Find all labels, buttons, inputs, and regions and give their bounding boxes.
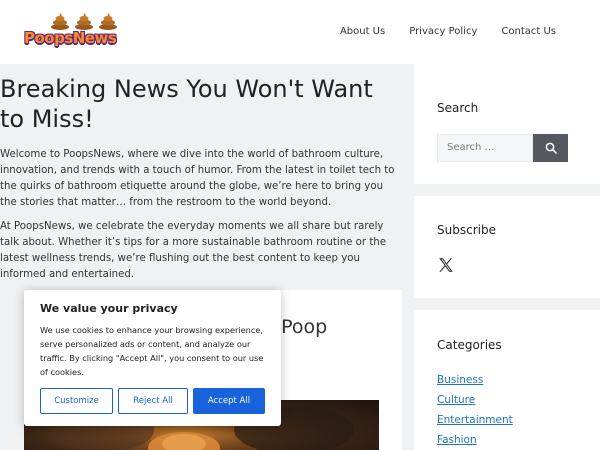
- widget-title: Subscribe: [437, 223, 496, 237]
- widget-title: Search: [437, 101, 479, 115]
- search-icon: [545, 142, 557, 154]
- reject-all-button[interactable]: Reject All: [118, 388, 188, 414]
- widget-title: Categories: [437, 338, 502, 352]
- subscribe-widget: Subscribe: [414, 196, 600, 298]
- categories-widget: Categories Business Culture Entertainmen…: [414, 310, 600, 450]
- list-item: Culture: [437, 390, 513, 410]
- poop-icon: [75, 13, 93, 30]
- category-link-fashion[interactable]: Fashion: [437, 434, 477, 446]
- nav-about-us[interactable]: About Us: [340, 26, 385, 37]
- customize-button[interactable]: Customize: [40, 388, 113, 414]
- list-item: Entertainment: [437, 410, 513, 430]
- intro-paragraph: Welcome to PoopsNews, where we dive into…: [0, 149, 395, 208]
- accept-all-button[interactable]: Accept All: [193, 388, 265, 414]
- nav-contact-us[interactable]: Contact Us: [501, 26, 556, 37]
- category-link-business[interactable]: Business: [437, 374, 483, 386]
- search-button[interactable]: [533, 134, 568, 162]
- category-link-entertainment[interactable]: Entertainment: [437, 414, 513, 426]
- x-twitter-icon[interactable]: [437, 256, 455, 274]
- poop-icon: [51, 13, 69, 30]
- poop-icon: [99, 13, 117, 30]
- list-item: Business: [437, 370, 513, 390]
- search-input[interactable]: Search …: [437, 134, 533, 162]
- cookie-title: We value your privacy: [40, 302, 178, 315]
- cookie-consent-dialog: We value your privacy We use cookies to …: [24, 290, 281, 426]
- logo-text: PoopsNews: [24, 29, 117, 47]
- page-title: Breaking News You Won't Want to Miss!: [0, 75, 373, 133]
- main-nav: About Us Privacy Policy Contact Us: [340, 26, 556, 37]
- list-item: Fashion: [437, 430, 513, 450]
- search-widget: Search Search …: [414, 64, 600, 184]
- site-header: PoopsNews About Us Privacy Policy Contac…: [0, 0, 600, 64]
- intro-paragraph: At PoopsNews, we celebrate the everyday …: [0, 221, 387, 280]
- cookie-description: We use cookies to enhance your browsing …: [40, 325, 264, 377]
- category-list: Business Culture Entertainment Fashion: [437, 370, 513, 450]
- category-link-culture[interactable]: Culture: [437, 394, 475, 406]
- nav-privacy-policy[interactable]: Privacy Policy: [409, 26, 477, 37]
- site-logo[interactable]: PoopsNews: [24, 12, 124, 52]
